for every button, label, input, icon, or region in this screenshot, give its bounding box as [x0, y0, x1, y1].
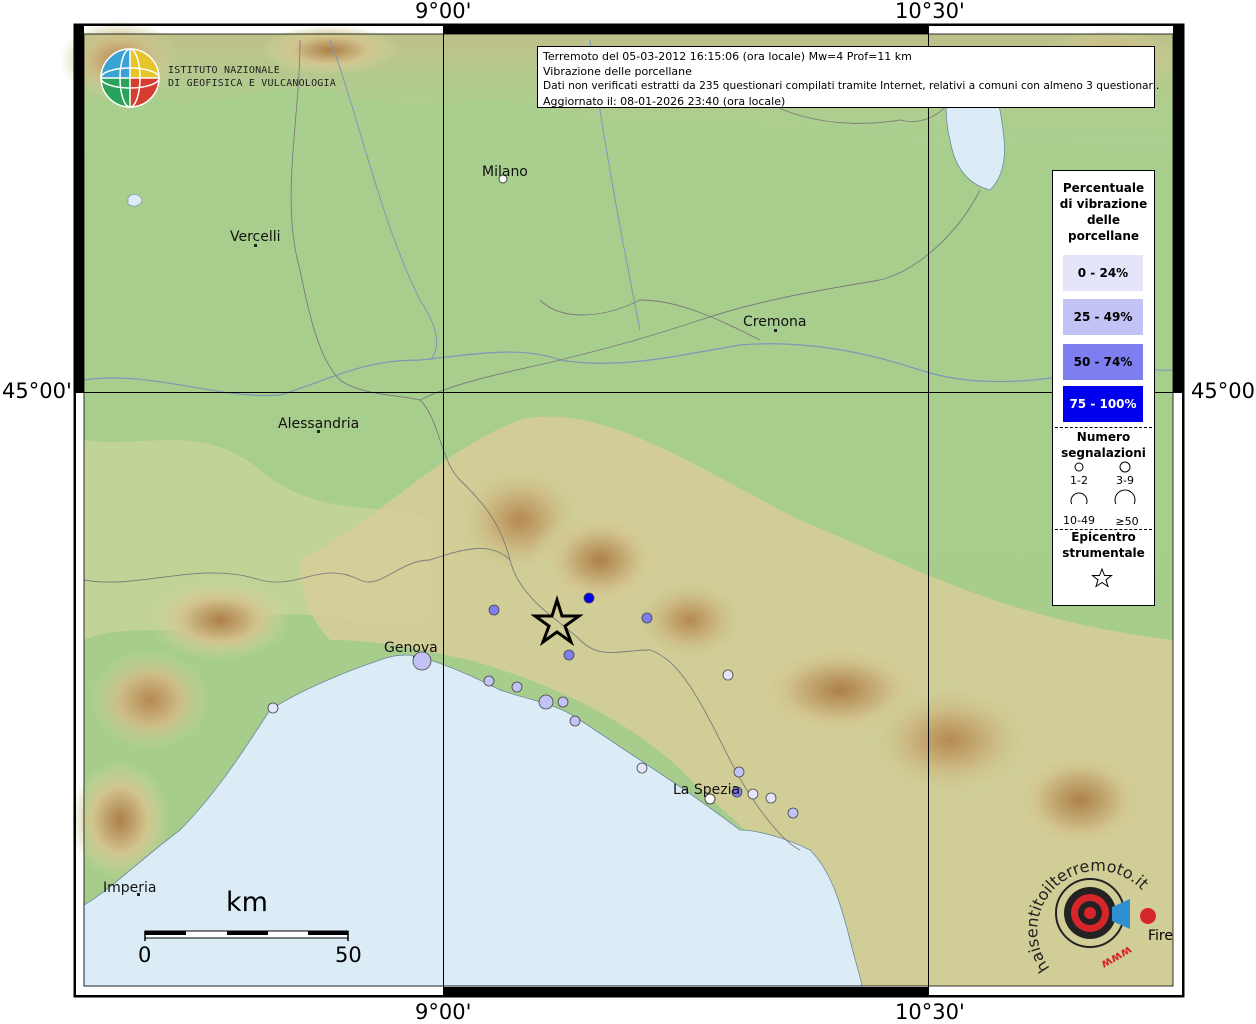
- obs-point: [636, 762, 648, 774]
- legend-title-2: di vibrazione: [1059, 197, 1148, 211]
- peaks-7: [90, 650, 210, 750]
- city-label-imperia: Imperia: [103, 880, 157, 896]
- obs-point: [787, 807, 799, 819]
- lake-small: [127, 194, 143, 207]
- obs-point: [722, 669, 734, 681]
- event-line: Terremoto del 05-03-2012 16:15:06 (ora l…: [543, 50, 912, 63]
- haisentito-www: www: [1099, 943, 1135, 972]
- legend-class-0-24: 0 - 24%: [1063, 255, 1143, 291]
- scale-max-label: 50: [335, 943, 362, 967]
- obs-point: [733, 766, 745, 778]
- legend-class-25-49: 25 - 49%: [1063, 299, 1143, 335]
- legend-count-10-49: 10-49: [1063, 514, 1095, 527]
- scale-unit-label: km: [226, 887, 268, 918]
- legend-separator: [1055, 427, 1152, 428]
- city-label-la-spezia: La Spezia: [673, 782, 741, 798]
- bottom-lon-label-9: 9°00': [415, 1000, 472, 1024]
- legend-class-50-74: 50 - 74%: [1063, 344, 1143, 380]
- city-label-milano: Milano: [482, 164, 528, 180]
- obs-point: [747, 788, 759, 800]
- obs-point: [557, 696, 569, 708]
- legend-class-75-100: 75 - 100%: [1063, 386, 1143, 422]
- peaks-9: [150, 580, 290, 660]
- top-lon-label-9: 9°00': [415, 0, 472, 23]
- legend-count-50-plus: ≥50: [1115, 515, 1139, 528]
- city-label-genova: Genova: [384, 640, 438, 656]
- left-lat-label: 45°00': [2, 379, 72, 403]
- city-label-cremona: Cremona: [743, 314, 807, 330]
- city-label-alessandria: Alessandria: [278, 416, 360, 432]
- obs-point: [563, 649, 575, 661]
- obs-point: [641, 612, 653, 624]
- ingv-line1: ISTITUTO NAZIONALE: [168, 65, 280, 76]
- obs-point: [583, 592, 595, 604]
- legend: Percentuale di vibrazione delle porcella…: [1052, 170, 1155, 606]
- parameter-line: Vibrazione delle porcellane: [543, 65, 692, 78]
- svg-text:haisentitoilterremoto.it: haisentitoilterremoto.it: [1022, 856, 1152, 977]
- obs-point: [538, 694, 554, 710]
- legend-star-icon: [1091, 568, 1113, 588]
- haisentito-arc-label: haisentitoilterremoto.it: [1022, 856, 1152, 977]
- legend-title-3: delle: [1086, 213, 1121, 227]
- scale-min-label: 0: [138, 943, 152, 967]
- ingv-globe-icon: [100, 48, 160, 108]
- data-note-line: Dati non verificati estratti da 235 ques…: [543, 80, 1160, 92]
- obs-point: [511, 681, 523, 693]
- legend-count-title-1: Numero: [1076, 430, 1131, 444]
- obs-point: [765, 792, 777, 804]
- legend-count-1-2: 1-2: [1070, 474, 1088, 487]
- top-lon-label-10-30: 10°30': [895, 0, 965, 23]
- obs-point: [267, 702, 279, 714]
- obs-point: [569, 715, 581, 727]
- event-info-box: Terremoto del 05-03-2012 16:15:06 (ora l…: [537, 46, 1160, 108]
- ingv-logo-text: ISTITUTO NAZIONALE DI GEOFISICA E VULCAN…: [168, 64, 336, 90]
- haisentito-fire-label: Fire: [1148, 928, 1173, 944]
- ingv-line2: DI GEOFISICA E VULCANOLOGIA: [168, 78, 336, 89]
- city-label-vercelli: Vercelli: [230, 229, 281, 245]
- obs-point: [488, 604, 500, 616]
- bottom-lon-label-10-30: 10°30': [895, 1000, 965, 1024]
- obs-point: [483, 675, 495, 687]
- peaks-6: [1000, 740, 1160, 860]
- legend-title-4: porcellane: [1067, 229, 1139, 243]
- legend-count-3-9: 3-9: [1116, 474, 1134, 487]
- right-lat-label: 45°00': [1191, 379, 1256, 403]
- legend-epicenter-title-2: strumentale: [1062, 546, 1145, 560]
- updated-line: Aggiornato il: 08-01-2026 23:40 (ora loc…: [543, 95, 786, 108]
- legend-epicenter-title-1: Epicentro: [1071, 530, 1136, 544]
- haisentito-arc-text: haisentitoilterremoto.it www: [1022, 856, 1152, 977]
- legend-title-1: Percentuale: [1062, 181, 1145, 195]
